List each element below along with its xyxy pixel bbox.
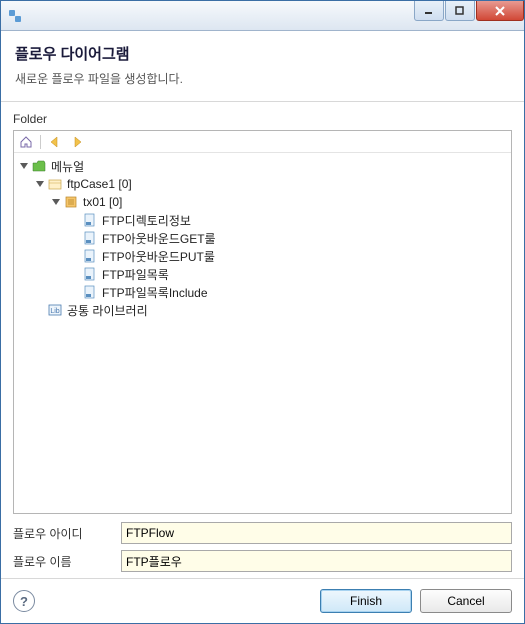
- tree-node-library[interactable]: Lib 공통 라이브러리: [14, 301, 511, 319]
- tree-leaf[interactable]: FTP디렉토리정보: [14, 211, 511, 229]
- file-blue-icon: [82, 266, 98, 282]
- dialog-footer: ? Finish Cancel: [1, 578, 524, 623]
- tree-label: FTP파일목록Include: [102, 284, 208, 301]
- svg-text:Lib: Lib: [50, 308, 59, 315]
- dialog-window: 플로우 다이어그램 새로운 플로우 파일을 생성합니다. Folder: [0, 0, 525, 624]
- library-icon: Lib: [47, 302, 63, 318]
- expander-icon[interactable]: [50, 196, 62, 208]
- dialog-header: 플로우 다이어그램 새로운 플로우 파일을 생성합니다.: [1, 31, 524, 102]
- expander-placeholder: [34, 304, 46, 316]
- home-icon[interactable]: [18, 134, 34, 150]
- tree-node-ftpcase[interactable]: ftpCase1 [0]: [14, 175, 511, 193]
- help-button[interactable]: ?: [13, 590, 35, 612]
- dialog-subtitle: 새로운 플로우 파일을 생성합니다.: [15, 70, 510, 87]
- expander-icon[interactable]: [34, 178, 46, 190]
- tree-leaf[interactable]: FTP아웃바운드PUT룰: [14, 247, 511, 265]
- tree-label: FTP파일목록: [102, 266, 169, 283]
- flow-name-input[interactable]: [121, 550, 512, 572]
- tree-node-tx01[interactable]: tx01 [0]: [14, 193, 511, 211]
- flow-id-row: 플로우 아이디: [13, 522, 512, 544]
- package-icon: [47, 176, 63, 192]
- content-area: Folder: [1, 102, 524, 578]
- titlebar[interactable]: [1, 1, 524, 31]
- finish-button[interactable]: Finish: [320, 589, 412, 613]
- flow-id-label: 플로우 아이디: [13, 525, 121, 542]
- maximize-button[interactable]: [445, 1, 475, 21]
- help-icon: ?: [20, 594, 28, 609]
- file-blue-icon: [82, 212, 98, 228]
- dialog-title: 플로우 다이어그램: [15, 43, 510, 64]
- toolbar-separator: [40, 135, 41, 149]
- file-blue-icon: [82, 248, 98, 264]
- forward-arrow-icon[interactable]: [69, 134, 85, 150]
- file-blue-icon: [82, 230, 98, 246]
- tree-leaf[interactable]: FTP아웃바운드GET룰: [14, 229, 511, 247]
- folder-tree[interactable]: 메뉴얼 ftpCase1 [0]: [14, 153, 511, 513]
- tree-label: 메뉴얼: [51, 158, 84, 175]
- close-button[interactable]: [476, 1, 524, 21]
- flow-name-label: 플로우 이름: [13, 553, 121, 570]
- tree-label: ftpCase1 [0]: [67, 177, 132, 191]
- tree-label: FTP디렉토리정보: [102, 212, 191, 229]
- folder-toolbar: [14, 131, 511, 153]
- window-controls: [413, 1, 524, 30]
- tree-leaf[interactable]: FTP파일목록: [14, 265, 511, 283]
- tree-label: FTP아웃바운드GET룰: [102, 230, 216, 247]
- tree-label: tx01 [0]: [83, 195, 122, 209]
- flow-name-row: 플로우 이름: [13, 550, 512, 572]
- cancel-button[interactable]: Cancel: [420, 589, 512, 613]
- tree-node-root[interactable]: 메뉴얼: [14, 157, 511, 175]
- folder-green-icon: [31, 158, 47, 174]
- app-icon: [7, 8, 23, 24]
- expander-icon[interactable]: [18, 160, 30, 172]
- file-blue-icon: [82, 284, 98, 300]
- form-area: 플로우 아이디 플로우 이름: [13, 522, 512, 578]
- document-orange-icon: [63, 194, 79, 210]
- back-arrow-icon[interactable]: [47, 134, 63, 150]
- folder-browser: 메뉴얼 ftpCase1 [0]: [13, 130, 512, 514]
- tree-leaf[interactable]: FTP파일목록Include: [14, 283, 511, 301]
- folder-label: Folder: [13, 112, 512, 126]
- tree-label: FTP아웃바운드PUT룰: [102, 248, 215, 265]
- flow-id-input[interactable]: [121, 522, 512, 544]
- cancel-button-label: Cancel: [447, 594, 484, 608]
- tree-label: 공통 라이브러리: [67, 302, 148, 319]
- finish-button-label: Finish: [350, 594, 382, 608]
- minimize-button[interactable]: [414, 1, 444, 21]
